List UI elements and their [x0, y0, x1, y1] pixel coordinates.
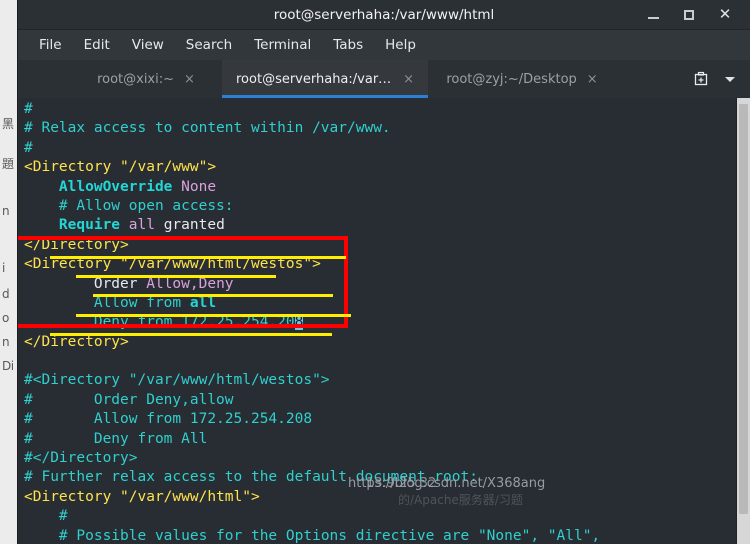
tab-label: root@xixi:~ — [97, 71, 175, 87]
tab-label: root@zyj:~/Desktop — [446, 71, 577, 87]
menu-item-help[interactable]: Help — [374, 34, 427, 56]
tab-root-serverhaha[interactable]: root@serverhaha:/var/... × — [222, 60, 428, 98]
terminal-text: all — [189, 294, 217, 311]
terminal-text: # Further relax access to the default do… — [24, 469, 478, 486]
tab-close-icon[interactable]: × — [403, 73, 414, 86]
terminal-text: # Deny from All — [24, 430, 208, 447]
terminal-text: # Possible values for the Options direct… — [58, 527, 601, 544]
menu-item-view[interactable]: View — [121, 34, 175, 56]
tab-close-icon[interactable]: × — [184, 73, 195, 86]
terminal-text: # Allow open access: — [58, 197, 234, 214]
maximize-icon — [684, 9, 694, 20]
terminal-scrollbar-thumb[interactable] — [739, 104, 748, 514]
terminal-text: <Directory "/var/www/html"> — [24, 488, 260, 505]
terminal-text: #<Directory "/var/www/html/westos"> — [24, 372, 330, 389]
terminal-text: # — [58, 508, 68, 525]
terminal-line: # Allow open access: — [24, 197, 736, 216]
terminal-line: # Further relax access to the default do… — [24, 468, 736, 487]
terminal-line: </Directory> — [24, 333, 736, 352]
title-bar[interactable]: root@serverhaha:/var/www/html ✕ — [18, 0, 750, 30]
minimize-icon — [647, 17, 659, 19]
terminal-body: # # Relax access to content within /var/w… — [18, 98, 750, 544]
terminal-window: root@serverhaha:/var/www/html ✕ File Edi… — [18, 0, 750, 544]
close-icon: ✕ — [718, 5, 732, 23]
terminal-cursor: 8 — [294, 314, 304, 331]
terminal-line: #</Directory> — [24, 449, 736, 468]
tab-close-icon[interactable]: × — [587, 73, 598, 86]
tab-root-xixi[interactable]: root@xixi:~ × — [70, 60, 222, 98]
terminal-line: AllowOverride None — [24, 178, 736, 197]
terminal-text: #</Directory> — [24, 450, 138, 467]
terminal-text: all — [128, 217, 155, 234]
terminal-line: Allow from all — [24, 294, 736, 313]
terminal-text: # Allow from 172.25.254.208 — [24, 411, 313, 428]
chevron-down-icon[interactable] — [718, 66, 742, 92]
terminal-text: Require — [58, 217, 121, 234]
terminal-line: <Directory "/var/www/html"> — [24, 488, 736, 507]
terminal-line: # Deny from All — [24, 430, 736, 449]
terminal-line: Require all granted — [24, 216, 736, 235]
terminal-text: # — [24, 101, 33, 117]
minimize-button[interactable] — [636, 1, 670, 29]
terminal-line: # Possible values for the Options direct… — [24, 527, 736, 544]
menu-item-search[interactable]: Search — [175, 34, 243, 56]
menu-item-tabs[interactable]: Tabs — [322, 34, 374, 56]
terminal-text: </Directory> — [24, 236, 129, 253]
terminal-line: # Allow from 172.25.254.208 — [24, 410, 736, 429]
terminal-line: # Order Deny,allow — [24, 391, 736, 410]
maximize-button[interactable] — [672, 1, 706, 29]
tab-bar-actions — [688, 60, 750, 98]
menu-item-edit[interactable]: Edit — [73, 34, 121, 56]
tab-label: root@serverhaha:/var/... — [236, 71, 394, 87]
terminal-text: # Order Deny,allow — [24, 391, 234, 408]
terminal-text: granted — [154, 217, 225, 234]
terminal-line: Order Allow,Deny — [24, 275, 736, 294]
terminal-line: Deny from 172.25.254.208 — [24, 313, 736, 332]
terminal-text: Deny from — [93, 314, 182, 331]
terminal-text: Allow,Deny — [146, 275, 234, 292]
terminal-line: # — [24, 507, 736, 526]
terminal-text: 172.25.254.20 — [181, 314, 295, 331]
menu-bar: File Edit View Search Terminal Tabs Help — [18, 30, 750, 60]
terminal-line: <Directory "/var/www"> — [24, 158, 736, 177]
terminal-line: # — [24, 139, 736, 158]
tab-bar: root@xixi:~ × root@serverhaha:/var/... ×… — [18, 60, 750, 98]
terminal-line: # Relax access to content within /var/ww… — [24, 119, 736, 138]
tab-bar-left-spacer — [18, 60, 70, 98]
terminal-text: <Directory "/var/www/html/westos"> — [24, 256, 321, 273]
new-tab-icon[interactable] — [688, 66, 714, 92]
terminal-text: Allow from — [93, 294, 190, 311]
terminal-text: None — [181, 178, 217, 195]
terminal-line: # — [24, 100, 736, 119]
menu-item-file[interactable]: File — [28, 34, 73, 56]
terminal-text-area[interactable]: # # Relax access to content within /var/w… — [18, 98, 736, 544]
terminal-text: AllowOverride — [58, 178, 173, 195]
terminal-line: </Directory> — [24, 236, 736, 255]
terminal-line: #<Directory "/var/www/html/westos"> — [24, 371, 736, 390]
close-button[interactable]: ✕ — [708, 1, 742, 29]
tab-root-zyj[interactable]: root@zyj:~/Desktop × — [428, 60, 616, 98]
terminal-text: <Directory "/var/www"> — [24, 159, 217, 176]
window-controls: ✕ — [636, 1, 750, 29]
screenshot-root: 黑 題 n i d o n Di root@serverhaha:/var/ww… — [0, 0, 750, 544]
terminal-text: Order — [93, 275, 138, 292]
terminal-scrollbar[interactable] — [736, 98, 750, 544]
menu-item-terminal[interactable]: Terminal — [243, 34, 322, 56]
terminal-text: </Directory> — [24, 333, 129, 350]
terminal-text: # Relax access to content within /var/ww… — [24, 120, 391, 137]
terminal-line: <Directory "/var/www/html/westos"> — [24, 255, 736, 274]
terminal-text: # — [24, 139, 33, 156]
